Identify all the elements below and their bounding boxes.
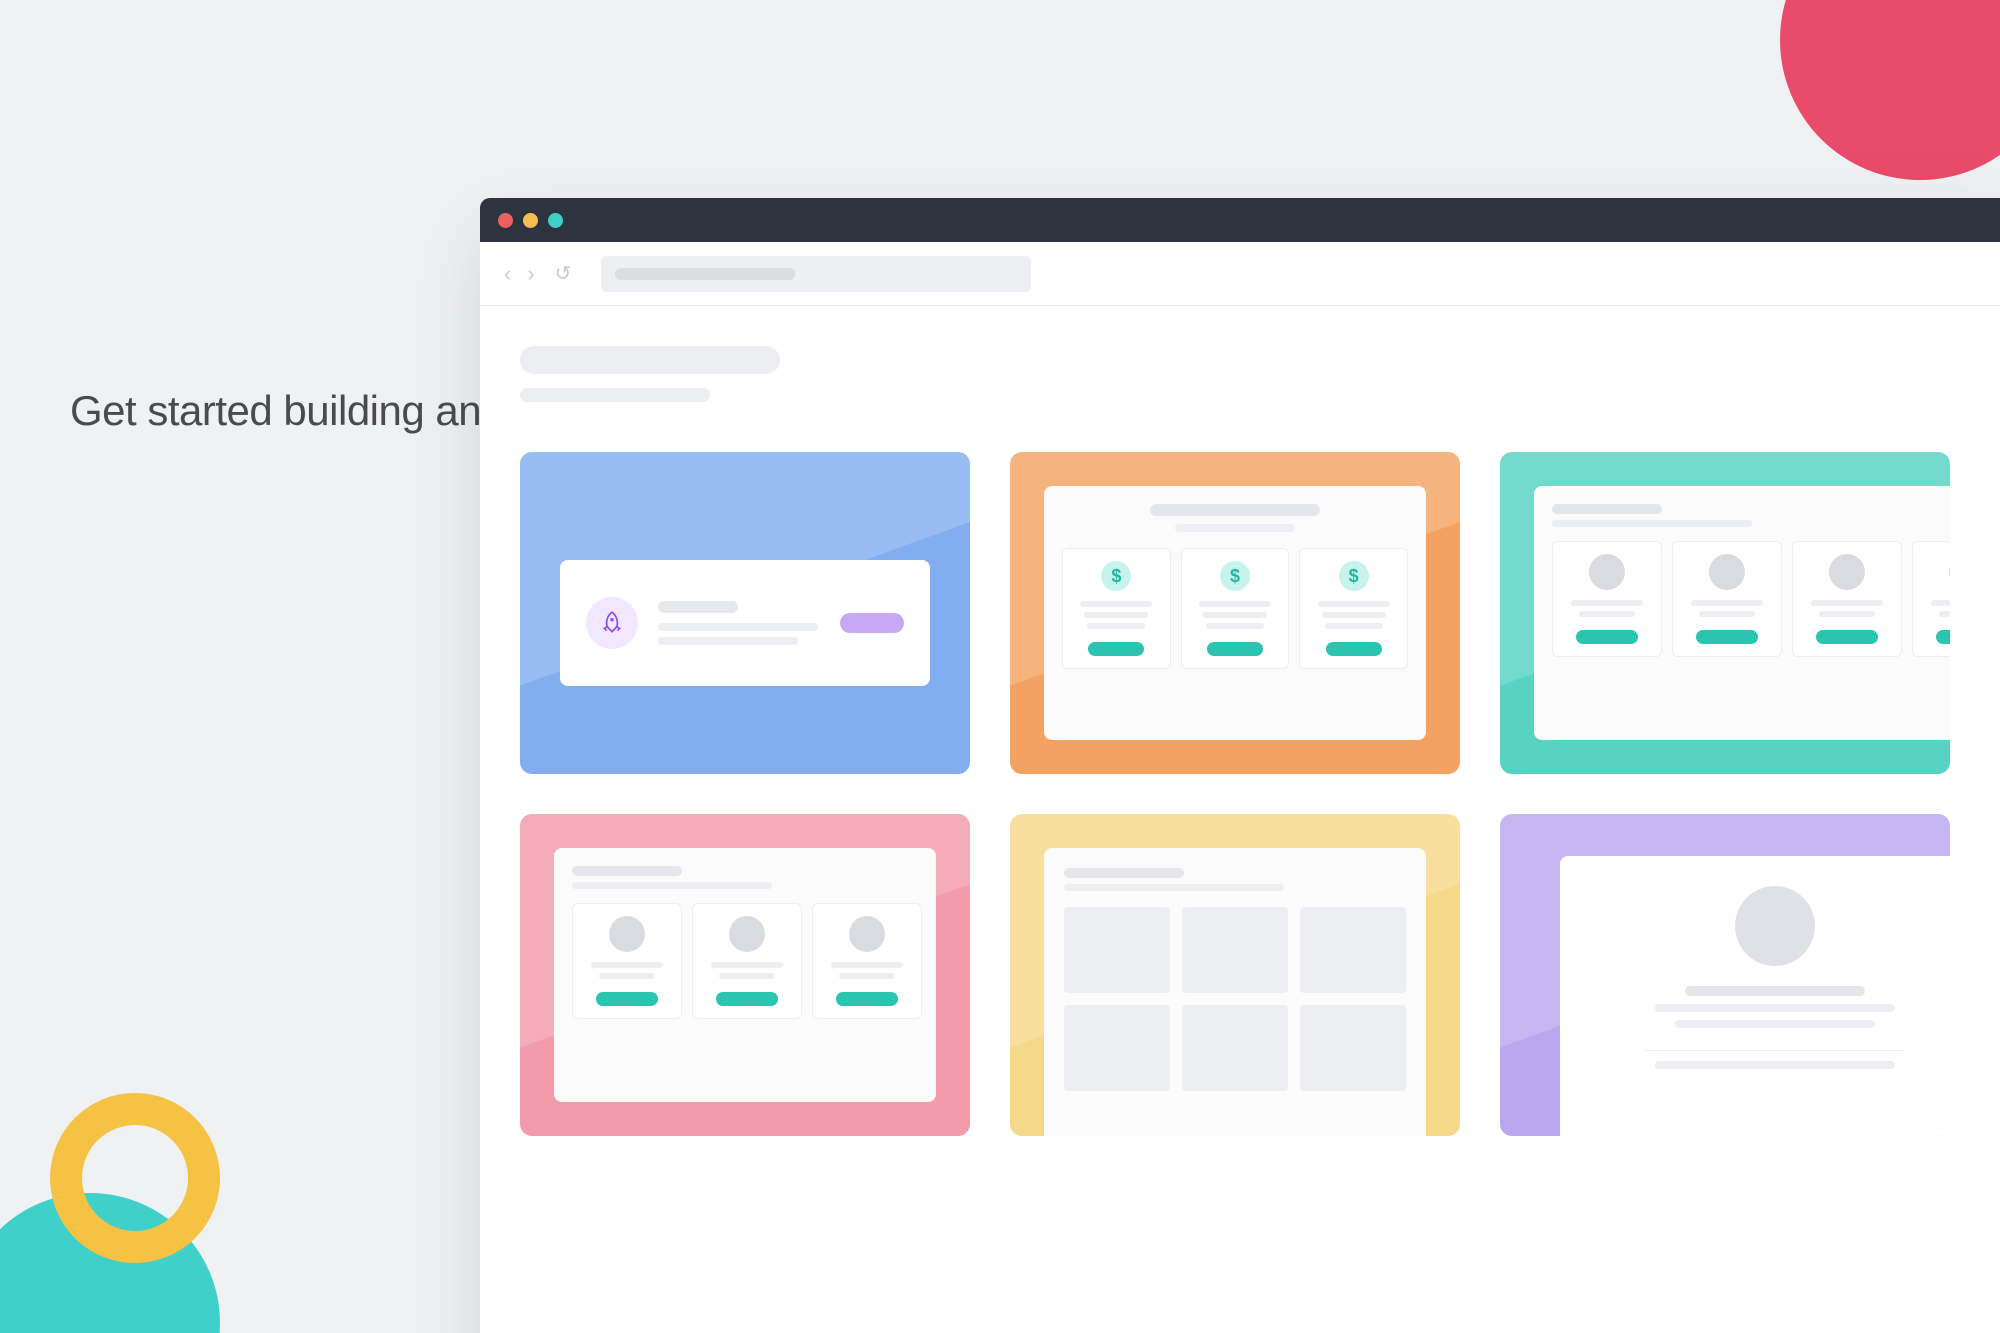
profile-mockup bbox=[1560, 856, 1950, 1136]
gallery-thumbnail bbox=[1300, 907, 1406, 993]
dollar-icon: $ bbox=[1339, 561, 1369, 591]
banner-text-placeholder bbox=[658, 601, 820, 645]
rocket-icon bbox=[586, 597, 638, 649]
avatar-icon bbox=[1829, 554, 1865, 590]
window-minimize-button[interactable] bbox=[523, 213, 538, 228]
team-cta-button bbox=[836, 992, 898, 1006]
address-bar-placeholder bbox=[615, 268, 795, 280]
page-header bbox=[520, 346, 2000, 402]
avatar-icon bbox=[1735, 886, 1815, 966]
reload-button[interactable]: ↺ bbox=[555, 261, 572, 286]
avatar-icon bbox=[849, 916, 885, 952]
dollar-icon: $ bbox=[1220, 561, 1250, 591]
gallery-thumbnail bbox=[1064, 1005, 1170, 1091]
pricing-cta-button bbox=[1326, 642, 1382, 656]
component-card-banner[interactable] bbox=[520, 452, 970, 774]
component-card-gallery[interactable] bbox=[1010, 814, 1460, 1136]
gallery-thumbnail bbox=[1064, 907, 1170, 993]
browser-window: ‹ › ↺ bbox=[480, 198, 2000, 1333]
pricing-cta-button bbox=[1207, 642, 1263, 656]
window-titlebar bbox=[480, 198, 2000, 242]
dollar-icon: $ bbox=[1101, 561, 1131, 591]
team-mockup bbox=[554, 848, 936, 1102]
window-close-button[interactable] bbox=[498, 213, 513, 228]
pricing-cta-button bbox=[1088, 642, 1144, 656]
avatar-icon bbox=[729, 916, 765, 952]
team-cta-button bbox=[716, 992, 778, 1006]
gallery-thumbnail bbox=[1182, 907, 1288, 993]
component-card-team-alt[interactable] bbox=[520, 814, 970, 1136]
avatar-icon bbox=[609, 916, 645, 952]
team-cta-button bbox=[1816, 630, 1878, 644]
browser-toolbar: ‹ › ↺ bbox=[480, 242, 2000, 306]
team-cta-button bbox=[1576, 630, 1638, 644]
page-subtitle-placeholder bbox=[520, 388, 710, 402]
decorative-circle-red bbox=[1780, 0, 2000, 180]
banner-cta-button bbox=[840, 613, 904, 633]
team-cta-button bbox=[1696, 630, 1758, 644]
pricing-mockup: $ $ $ bbox=[1044, 486, 1426, 740]
component-card-pricing[interactable]: $ $ $ bbox=[1010, 452, 1460, 774]
gallery-mockup bbox=[1044, 848, 1426, 1136]
component-card-team[interactable] bbox=[1500, 452, 1950, 774]
team-cta-button bbox=[1936, 630, 1950, 644]
decorative-ring-yellow bbox=[50, 1093, 220, 1263]
gallery-thumbnail bbox=[1300, 1005, 1406, 1091]
avatar-icon bbox=[1589, 554, 1625, 590]
page-content: $ $ $ bbox=[480, 306, 2000, 1136]
address-bar[interactable] bbox=[601, 256, 1031, 292]
component-grid: $ $ $ bbox=[520, 452, 2000, 1136]
nav-forward-button[interactable]: › bbox=[527, 261, 534, 287]
nav-back-button[interactable]: ‹ bbox=[504, 261, 511, 287]
avatar-icon bbox=[1949, 554, 1950, 590]
banner-mockup bbox=[560, 560, 930, 686]
team-cta-button bbox=[596, 992, 658, 1006]
team-mockup bbox=[1534, 486, 1950, 740]
window-zoom-button[interactable] bbox=[548, 213, 563, 228]
avatar-icon bbox=[1709, 554, 1745, 590]
component-card-profile[interactable] bbox=[1500, 814, 1950, 1136]
gallery-thumbnail bbox=[1182, 1005, 1288, 1091]
page-title-placeholder bbox=[520, 346, 780, 374]
